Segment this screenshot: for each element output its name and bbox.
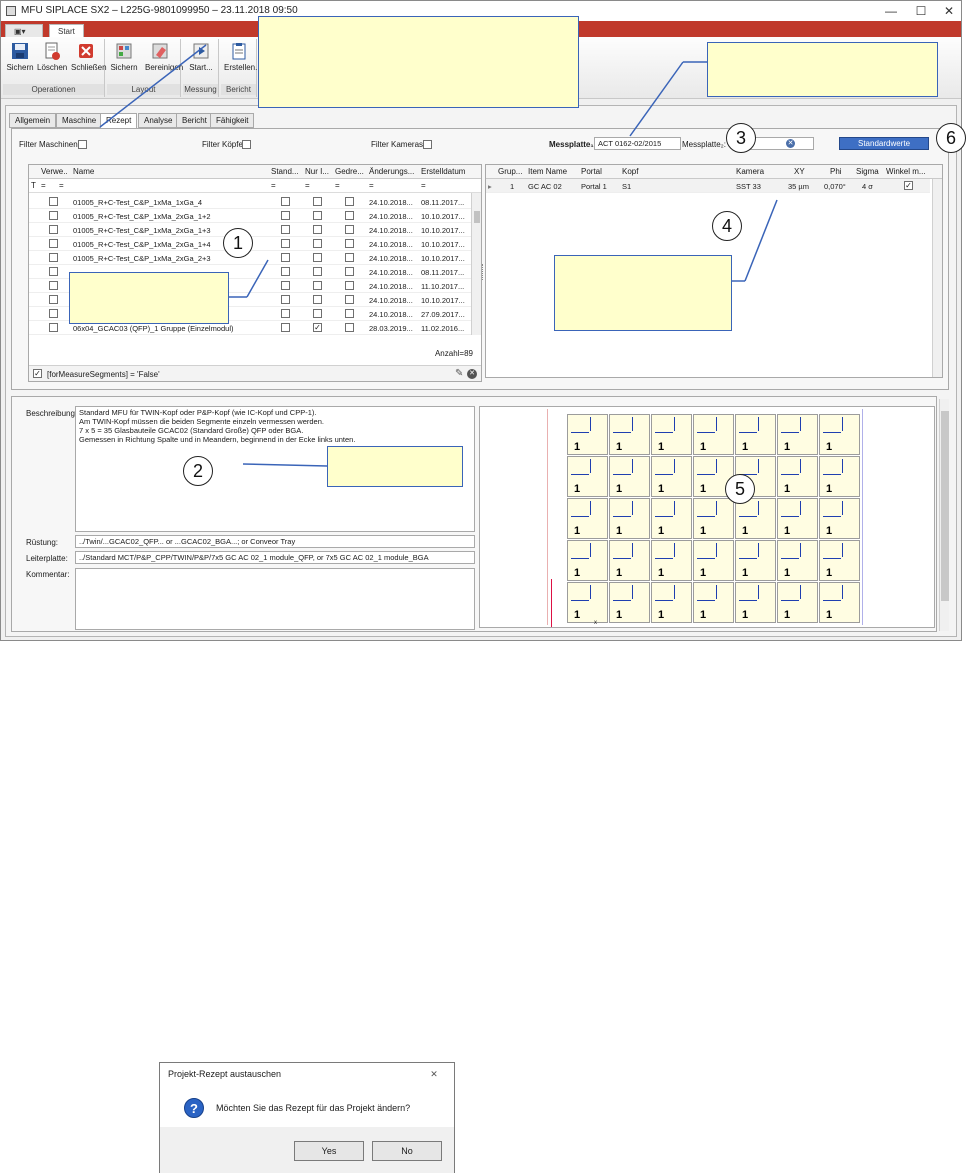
leader-line — [744, 199, 778, 282]
marker-1: 1 — [223, 228, 253, 258]
leader-line — [629, 61, 684, 137]
yes-button[interactable]: Yes — [294, 1141, 364, 1161]
no-button[interactable]: No — [372, 1141, 442, 1161]
marker-4: 4 — [712, 211, 742, 241]
dialog-close-button[interactable]: ✕ — [422, 1067, 446, 1081]
leader-line — [242, 463, 328, 467]
confirm-dialog: Projekt-Rezept austauschen ✕ ? Möchten S… — [159, 1062, 455, 1173]
marker-6: 6 — [936, 123, 966, 153]
dialog-title-bar: Projekt-Rezept austauschen ✕ — [160, 1063, 454, 1085]
marker-2: 2 — [183, 456, 213, 486]
leader-lines — [99, 44, 778, 467]
leader-line — [246, 259, 269, 298]
leader-line — [99, 44, 207, 128]
question-icon: ? — [184, 1098, 204, 1118]
marker-3: 3 — [726, 123, 756, 153]
dialog-message: Möchten Sie das Rezept für das Projekt ä… — [216, 1103, 411, 1113]
dialog-title: Projekt-Rezept austauschen — [168, 1069, 282, 1079]
marker-5: 5 — [725, 474, 755, 504]
